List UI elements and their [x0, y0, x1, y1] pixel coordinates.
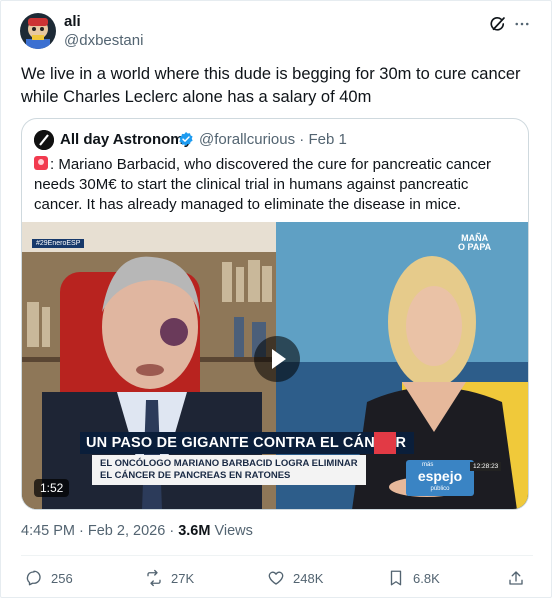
reply-count: 256 — [51, 570, 73, 586]
heart-icon — [268, 571, 284, 585]
bookmark-icon — [390, 570, 402, 586]
author-handle[interactable]: @dxbestani — [64, 32, 143, 49]
video-subheadline: EL ONCÓLOGO MARIANO BARBACID LOGRA ELIMI… — [92, 455, 366, 485]
corner-tag: #29EneroESP — [32, 239, 85, 248]
brand-name: espejo — [417, 468, 463, 484]
repost-button[interactable]: 27K — [145, 569, 194, 587]
video-duration: 1:52 — [34, 479, 70, 497]
brand-foot: público — [430, 486, 450, 492]
quoted-author-handle[interactable]: @forallcurious — [199, 131, 295, 148]
brand-top: más — [422, 462, 434, 468]
more-options-icon[interactable] — [511, 13, 533, 35]
repost-count: 27K — [171, 570, 195, 586]
verified-badge-icon — [178, 131, 194, 147]
headline-accent — [374, 432, 396, 454]
tweet-date[interactable]: Feb 2, 2026 — [88, 523, 165, 539]
grok-icon[interactable] — [487, 13, 509, 35]
author-name[interactable]: ali — [64, 13, 81, 30]
quoted-body: : Mariano Barbacid, who discovered the c… — [34, 156, 492, 213]
share-icon — [509, 571, 523, 585]
views-label: Views — [210, 523, 253, 539]
reply-button[interactable]: 256 — [25, 569, 73, 587]
tweet-text: We live in a world where this dude is be… — [21, 65, 521, 106]
bookmark-count: 6.8K — [413, 570, 440, 586]
broadcast-clock: 12:28:23 — [470, 462, 502, 471]
video-player[interactable]: #29EneroESP MAÑA O PAPA UN PASO DE GIGAN… — [22, 222, 528, 509]
quoted-date[interactable]: Feb 1 — [308, 131, 346, 148]
siren-emoji-icon — [34, 156, 48, 170]
show-logo: MAÑA O PAPA — [458, 234, 491, 252]
bookmark-button[interactable]: 6.8K — [387, 569, 440, 587]
quoted-avatar[interactable] — [34, 130, 54, 150]
divider — [21, 555, 533, 556]
like-button[interactable]: 248K — [267, 569, 323, 587]
quoted-text: : Mariano Barbacid, who discovered the c… — [34, 155, 518, 215]
play-button-icon[interactable] — [254, 336, 300, 382]
avatar[interactable] — [20, 13, 56, 49]
video-headline: UN PASO DE GIGANTE CONTRA EL CÁNCER — [80, 432, 415, 454]
reply-icon — [26, 570, 41, 586]
tweet-card: ali @dxbestani We live in a world where … — [0, 0, 552, 598]
subheadline-line2: EL CÁNCER DE PANCREAS EN RATONES — [100, 470, 291, 481]
meta-separator-2: · — [165, 523, 179, 539]
share-button[interactable] — [507, 569, 533, 587]
like-count: 248K — [293, 570, 324, 586]
quoted-separator: · — [299, 131, 305, 148]
repost-icon — [147, 569, 161, 587]
views-count: 3.6M — [178, 523, 211, 539]
quoted-author-name[interactable]: All day Astronomy — [60, 131, 192, 148]
subheadline-line1: EL ONCÓLOGO MARIANO BARBACID LOGRA ELIMI… — [100, 458, 358, 469]
meta-separator: · — [75, 523, 88, 539]
tweet-time[interactable]: 4:45 PM — [21, 523, 75, 539]
brand-logo: más espejo público — [406, 460, 474, 496]
quoted-tweet[interactable]: All day Astronomy @forallcurious · Feb 1… — [21, 118, 529, 510]
show-logo-line2: O PAPA — [458, 242, 492, 252]
quoted-handle-date: @forallcurious · Feb 1 — [199, 131, 347, 148]
tweet-meta: 4:45 PM · Feb 2, 2026 · 3.6M Views — [21, 523, 253, 539]
